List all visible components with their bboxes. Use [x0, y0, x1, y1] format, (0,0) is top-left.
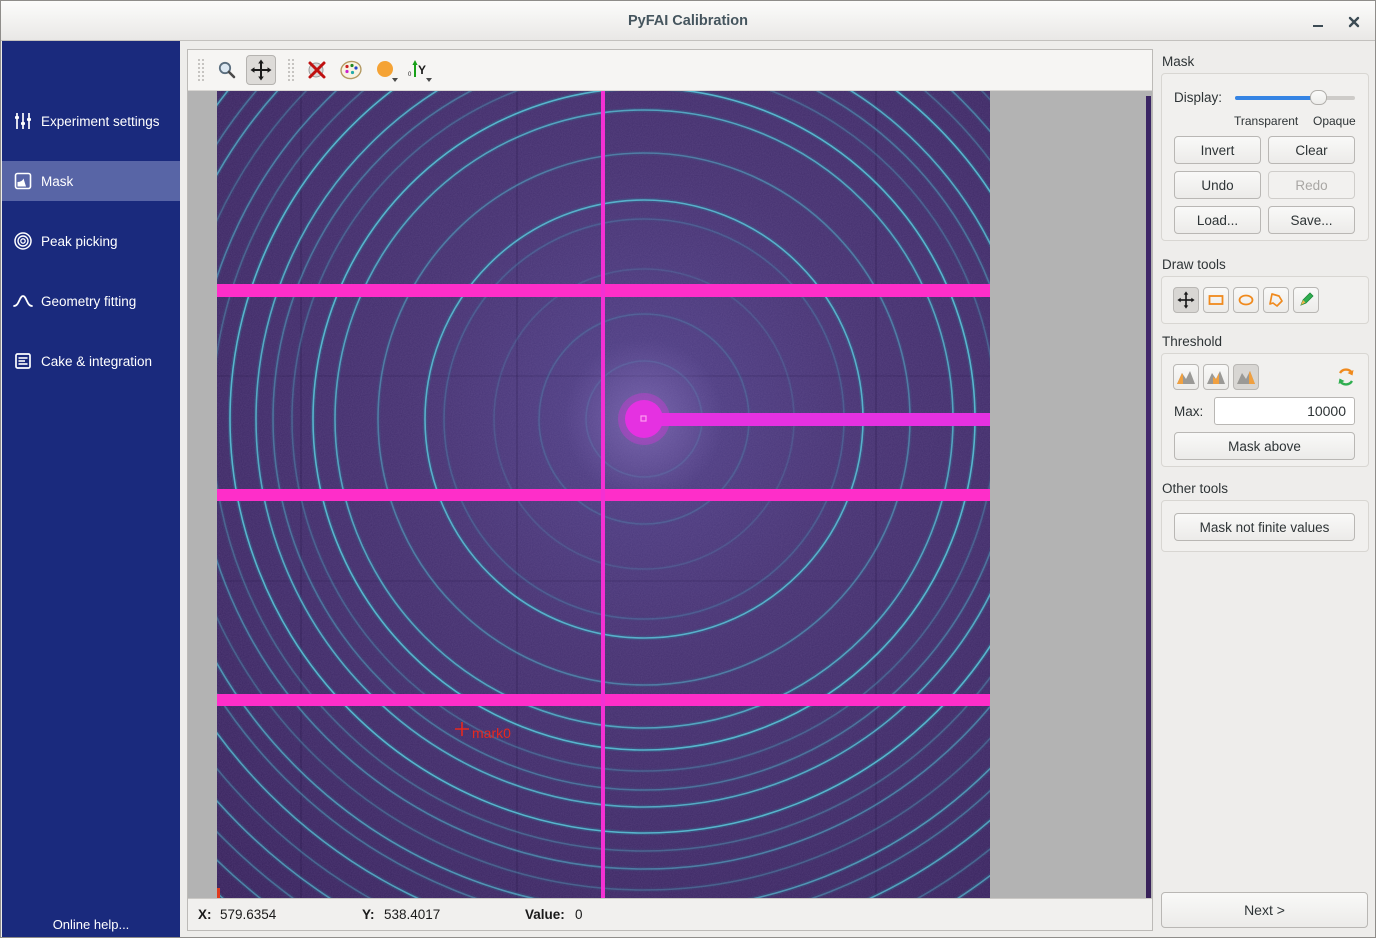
svg-text:mark0: mark0 — [472, 725, 511, 741]
minimize-icon — [1312, 16, 1324, 28]
diffraction-image[interactable]: mark0 — [217, 91, 990, 898]
sidebar-item-label: Geometry fitting — [41, 294, 136, 309]
load-button[interactable]: Load... — [1174, 206, 1261, 234]
status-x-value: 579.6354 — [220, 907, 276, 922]
refresh-icon — [1336, 367, 1356, 387]
sidebar-item-peak-picking[interactable]: Peak picking — [2, 221, 180, 261]
sidebar: Experiment settings Mask Peak picking — [2, 41, 180, 938]
color-dot-icon — [375, 60, 395, 80]
status-value-label: Value: — [525, 907, 565, 922]
mask-above-threshold-button[interactable] — [1233, 364, 1259, 390]
status-y-value: 538.4017 — [384, 907, 440, 922]
sidebar-item-experiment-settings[interactable]: Experiment settings — [2, 101, 180, 141]
dropdown-caret-icon — [392, 78, 398, 82]
red-cross-icon — [306, 59, 328, 81]
redo-button[interactable]: Redo — [1268, 171, 1355, 199]
draw-ellipse-tool-button[interactable] — [1233, 287, 1259, 313]
minimize-button[interactable] — [1305, 9, 1331, 35]
draw-rectangle-tool-button[interactable] — [1203, 287, 1229, 313]
palette-icon — [339, 59, 363, 81]
draw-pencil-tool-button[interactable] — [1293, 287, 1319, 313]
display-slider-handle[interactable] — [1310, 90, 1327, 105]
histogram-below-icon — [1176, 368, 1196, 386]
display-slider-fill — [1235, 96, 1319, 100]
clear-button[interactable]: Clear — [1268, 136, 1355, 164]
histogram-between-icon — [1206, 368, 1226, 386]
sidebar-item-cake-integration[interactable]: Cake & integration — [2, 341, 180, 381]
other-tools-title: Other tools — [1162, 481, 1228, 496]
zoom-tool-button[interactable] — [212, 55, 242, 85]
plot-canvas: mark0 — [188, 91, 1152, 898]
sidebar-item-mask[interactable]: Mask — [2, 161, 180, 201]
threshold-title: Threshold — [1162, 334, 1222, 349]
status-y-label: Y: — [362, 907, 375, 922]
magnifier-icon — [217, 60, 237, 80]
mask-group-box: Display: Transparent Opaque Invert Clear… — [1161, 73, 1369, 241]
draw-polygon-tool-button[interactable] — [1263, 287, 1289, 313]
pencil-icon — [1297, 291, 1315, 309]
pan-icon — [1177, 291, 1195, 309]
y-axis-orientation-button[interactable]: 0 Y — [404, 55, 434, 85]
toolbar-grip[interactable] — [288, 59, 294, 81]
ellipse-icon — [1237, 291, 1255, 309]
rectangle-icon — [1207, 291, 1225, 309]
next-button[interactable]: Next > — [1161, 892, 1368, 928]
svg-text:Y: Y — [418, 63, 426, 77]
max-label: Max: — [1174, 404, 1203, 419]
mask-above-button[interactable]: Mask above — [1174, 432, 1355, 460]
mask-not-finite-button[interactable]: Mask not finite values — [1174, 513, 1355, 541]
colormap-button[interactable] — [336, 55, 366, 85]
threshold-group-box: Max: Mask above — [1161, 353, 1369, 467]
window-title: PyFAI Calibration — [1, 1, 1375, 41]
mask-below-threshold-button[interactable] — [1173, 364, 1199, 390]
statusbar: X: 579.6354 Y: 538.4017 Value: 0 — [188, 898, 1152, 930]
draw-tools-title: Draw tools — [1162, 257, 1226, 272]
diffraction-svg: mark0 — [217, 91, 990, 898]
other-tools-group-box: Mask not finite values — [1161, 500, 1369, 552]
reload-range-button[interactable] — [1334, 365, 1358, 389]
image-edge-strip — [1146, 96, 1151, 898]
remove-marker-button[interactable] — [302, 55, 332, 85]
max-value-input[interactable] — [1214, 397, 1355, 425]
svg-text:0: 0 — [408, 72, 412, 78]
close-button[interactable] — [1341, 9, 1367, 35]
status-x-label: X: — [198, 907, 212, 922]
mask-between-threshold-button[interactable] — [1203, 364, 1229, 390]
plot-panel: 0 Y mark0 X: 579.6354 Y: 538.4017 Value:… — [187, 49, 1153, 931]
opaque-label: Opaque — [1313, 114, 1356, 128]
invert-button[interactable]: Invert — [1174, 136, 1261, 164]
pan-tool-button[interactable] — [246, 55, 276, 85]
mask-section-title: Mask — [1162, 54, 1194, 69]
display-label: Display: — [1174, 90, 1222, 105]
sidebar-item-label: Peak picking — [41, 234, 118, 249]
online-help-link[interactable]: Online help... — [2, 917, 180, 932]
close-icon — [1348, 16, 1360, 28]
undo-button[interactable]: Undo — [1174, 171, 1261, 199]
cake-integration-icon — [13, 351, 33, 371]
sliders-icon — [13, 111, 33, 131]
pan-icon — [250, 59, 272, 81]
app-window: PyFAI Calibration Experiment settings — [0, 0, 1376, 938]
plot-toolbar: 0 Y — [188, 50, 1152, 91]
draw-tools-group-box — [1161, 276, 1369, 324]
draw-pan-tool-button[interactable] — [1173, 287, 1199, 313]
sidebar-item-geometry-fitting[interactable]: Geometry fitting — [2, 281, 180, 321]
polygon-icon — [1267, 291, 1285, 309]
transparent-label: Transparent — [1234, 114, 1298, 128]
titlebar: PyFAI Calibration — [1, 1, 1375, 41]
sidebar-item-label: Mask — [41, 174, 73, 189]
mask-icon — [13, 171, 33, 191]
toolbar-grip[interactable] — [198, 59, 204, 81]
save-button[interactable]: Save... — [1268, 206, 1355, 234]
histogram-above-icon — [1236, 368, 1256, 386]
dropdown-caret-icon — [426, 78, 432, 82]
mask-color-button[interactable] — [370, 55, 400, 85]
sidebar-item-label: Experiment settings — [41, 114, 160, 129]
peak-picking-icon — [13, 231, 33, 251]
sidebar-item-label: Cake & integration — [41, 354, 152, 369]
status-value: 0 — [575, 907, 583, 922]
geometry-fitting-icon — [13, 291, 33, 311]
mask-side-panel: Mask Display: Transparent Opaque Invert … — [1153, 41, 1376, 938]
